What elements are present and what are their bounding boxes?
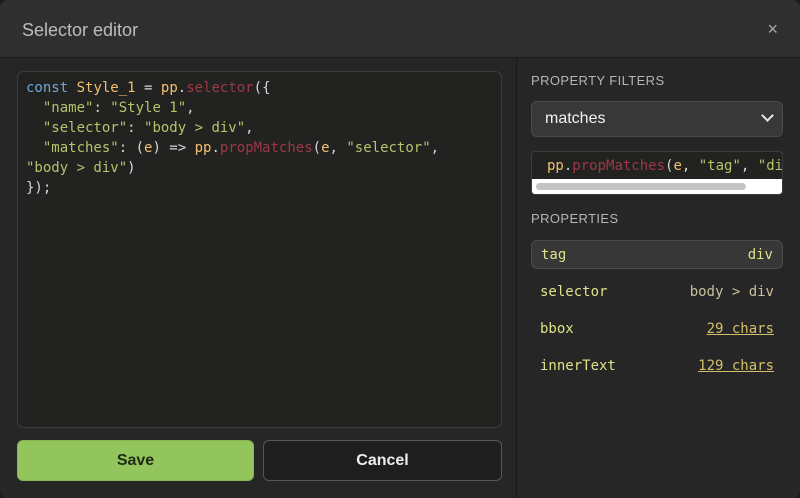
property-key: selector	[540, 283, 608, 300]
property-row-selector[interactable]: selector body > div	[531, 277, 783, 306]
property-key: bbox	[540, 320, 574, 337]
scrollbar-thumb[interactable]	[536, 183, 746, 190]
chevron-down-icon	[761, 109, 774, 122]
code-line-3: "selector": "body > div",	[42, 120, 254, 136]
filter-select-value: matches	[545, 110, 606, 127]
property-filters-heading: PROPERTY FILTERS	[531, 73, 665, 88]
property-key: innerText	[540, 357, 616, 374]
code-line-4: "matches": (e) => pp.propMatches(e, "sel…	[42, 140, 440, 156]
property-row-tag[interactable]: tag div	[531, 240, 783, 269]
save-button[interactable]: Save	[17, 440, 254, 481]
code-line-6: });	[26, 180, 52, 196]
property-value: div	[747, 246, 773, 263]
dialog-header: Selector editor ×	[0, 0, 800, 58]
code-line-5: "body > div")	[26, 160, 136, 176]
inspector-pane: PROPERTY FILTERS matches pp.propMatches(…	[516, 58, 800, 498]
property-key: tag	[541, 246, 567, 263]
horizontal-scrollbar[interactable]	[532, 179, 782, 194]
property-value-link[interactable]: 129 chars	[698, 358, 774, 374]
code-editor[interactable]: const Style_1 = pp.selector({ "name": "S…	[17, 71, 502, 428]
filter-code-field[interactable]: pp.propMatches(e, "tag", "di	[531, 151, 783, 195]
selector-editor-dialog: Selector editor × const Style_1 = pp.sel…	[0, 0, 800, 498]
properties-heading: PROPERTIES	[531, 211, 619, 226]
filter-select[interactable]: matches	[531, 101, 783, 137]
dialog-title: Selector editor	[22, 20, 139, 40]
property-row-bbox[interactable]: bbox 29 chars	[531, 314, 783, 343]
property-value: body > div	[689, 283, 774, 300]
property-row-innertext[interactable]: innerText 129 chars	[531, 351, 783, 380]
cancel-button[interactable]: Cancel	[263, 440, 502, 481]
code-line-1: const Style_1 = pp.selector({	[26, 80, 271, 96]
property-value-link[interactable]: 29 chars	[707, 321, 774, 337]
filter-code-line: pp.propMatches(e, "tag", "di	[547, 158, 783, 174]
close-icon[interactable]: ×	[767, 20, 778, 38]
code-line-2: "name": "Style 1",	[42, 100, 195, 116]
editor-pane: const Style_1 = pp.selector({ "name": "S…	[0, 58, 516, 498]
